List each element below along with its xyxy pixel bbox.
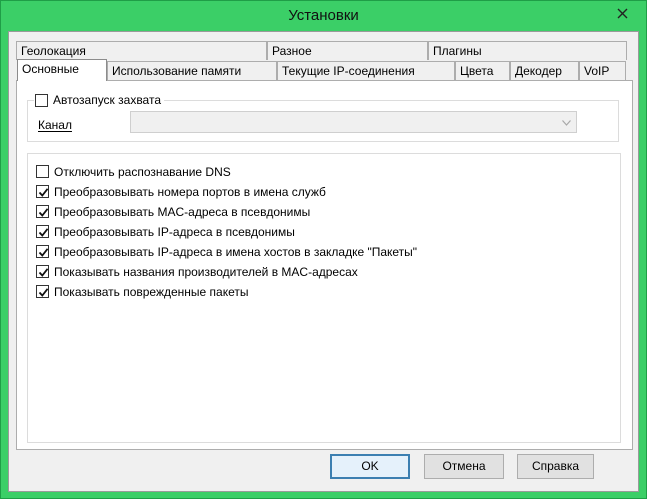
tab-label: Текущие IP-соединения — [282, 64, 415, 78]
checkmark-icon — [38, 248, 49, 257]
autostart-checkbox-row[interactable]: Автозапуск захвата — [34, 93, 164, 107]
channel-select[interactable] — [130, 111, 577, 133]
tab-geolocation[interactable]: Геолокация — [16, 41, 267, 60]
option-label: Отключить распознавание DNS — [54, 164, 231, 179]
dialog-window: Установки Геолокация Разное Плагины Осно… — [0, 0, 647, 499]
option-checkbox[interactable] — [36, 185, 49, 198]
tab-current-ip-connections[interactable]: Текущие IP-соединения — [277, 61, 455, 80]
tab-label: VoIP — [584, 64, 610, 78]
tab-label: Геолокация — [21, 44, 86, 58]
tab-colors[interactable]: Цвета — [455, 61, 510, 80]
autostart-checkbox[interactable] — [35, 93, 48, 107]
channel-label: Канал — [38, 118, 72, 132]
tab-label: Использование памяти — [112, 64, 242, 78]
option-checkbox[interactable] — [36, 265, 49, 278]
option-resolve-ip-aliases[interactable]: Преобразовывать IP-адреса в псевдонимы — [36, 223, 295, 240]
cancel-button[interactable]: Отмена — [424, 454, 504, 479]
tab-plugins[interactable]: Плагины — [428, 41, 627, 60]
checkmark-icon — [38, 268, 49, 277]
window-title: Установки — [288, 7, 359, 24]
options-group: Отключить распознавание DNS Преобразовыв… — [27, 153, 621, 443]
tab-label: Цвета — [460, 64, 494, 78]
tab-label: Декодер — [515, 64, 562, 78]
tab-memory-usage[interactable]: Использование памяти — [107, 61, 277, 80]
checkmark-icon — [38, 208, 49, 217]
option-checkbox[interactable] — [36, 205, 49, 218]
option-resolve-mac-aliases[interactable]: Преобразовывать MAC-адреса в псевдонимы — [36, 203, 310, 220]
checkmark-icon — [38, 188, 49, 197]
option-checkbox[interactable] — [36, 165, 49, 178]
autostart-group: Автозапуск захвата Канал — [27, 93, 619, 142]
option-label: Преобразовывать MAC-адреса в псевдонимы — [54, 204, 311, 219]
option-resolve-ports[interactable]: Преобразовывать номера портов в имена сл… — [36, 183, 326, 200]
option-label: Преобразовывать IP-адреса в имена хостов… — [54, 244, 418, 259]
tab-label: Основные — [22, 62, 79, 76]
ok-button[interactable]: OK — [330, 454, 410, 479]
checkmark-icon — [38, 228, 49, 237]
option-label: Показывать поврежденные пакеты — [54, 284, 249, 299]
checkmark-icon — [38, 288, 49, 297]
help-button[interactable]: Справка — [517, 454, 594, 479]
tab-panel-general: Автозапуск захвата Канал Отключить распо… — [16, 80, 633, 450]
option-disable-dns[interactable]: Отключить распознавание DNS — [36, 163, 231, 180]
close-button[interactable] — [606, 3, 639, 23]
option-show-corrupted-packets[interactable]: Показывать поврежденные пакеты — [36, 283, 249, 300]
dialog-client-area: Геолокация Разное Плагины Основные Испол… — [8, 31, 639, 492]
chevron-down-icon — [562, 120, 571, 126]
option-checkbox[interactable] — [36, 225, 49, 238]
option-resolve-ip-hostnames[interactable]: Преобразовывать IP-адреса в имена хостов… — [36, 243, 417, 260]
title-bar[interactable]: Установки — [1, 1, 646, 31]
tab-label: Плагины — [433, 44, 482, 58]
option-checkbox[interactable] — [36, 285, 49, 298]
option-label: Показывать названия производителей в MAC… — [54, 264, 358, 279]
tab-decoder[interactable]: Декодер — [510, 61, 579, 80]
option-checkbox[interactable] — [36, 245, 49, 258]
tab-misc[interactable]: Разное — [267, 41, 428, 60]
tab-voip[interactable]: VoIP — [579, 61, 626, 80]
tab-label: Разное — [272, 44, 312, 58]
close-icon — [617, 8, 628, 19]
option-label: Преобразовывать IP-адреса в псевдонимы — [54, 224, 295, 239]
option-show-vendor-names[interactable]: Показывать названия производителей в MAC… — [36, 263, 358, 280]
autostart-label: Автозапуск захвата — [53, 93, 161, 107]
option-label: Преобразовывать номера портов в имена сл… — [54, 184, 326, 199]
tab-general[interactable]: Основные — [17, 59, 107, 81]
